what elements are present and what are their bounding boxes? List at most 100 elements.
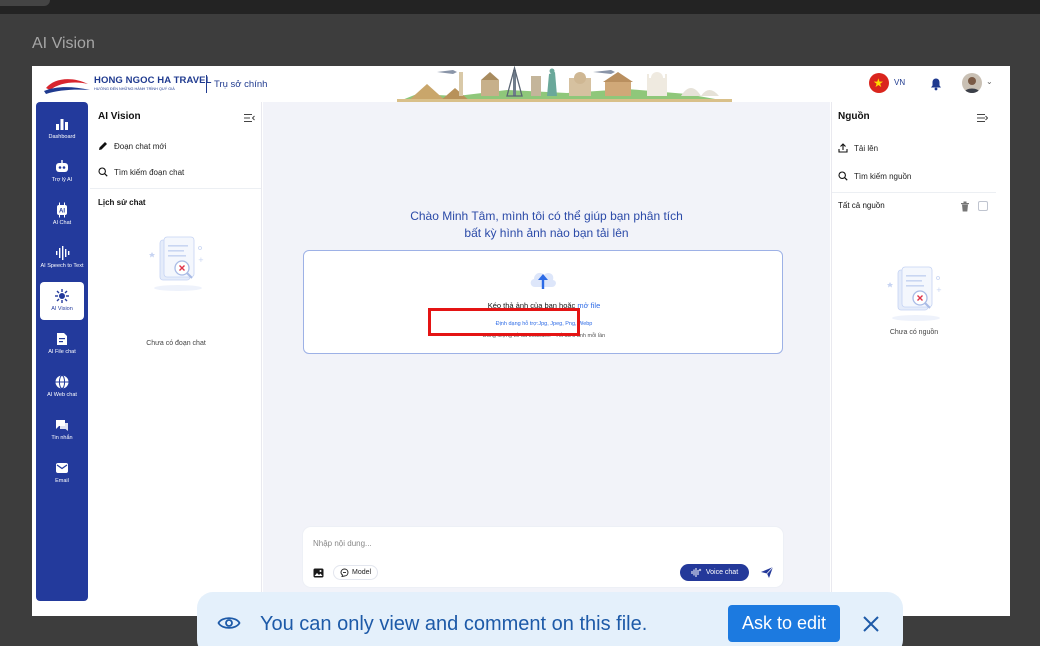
sidebar-item-speech-to-text[interactable]: AI Speech to Text — [40, 239, 84, 277]
divider — [832, 192, 996, 193]
upload-source-button[interactable]: Tải lên — [838, 141, 878, 155]
svg-text:AI: AI — [59, 209, 65, 215]
close-icon[interactable] — [861, 614, 881, 634]
send-icon[interactable] — [760, 566, 774, 579]
all-sources-label: Tất cả nguồn — [838, 201, 885, 210]
voice-chat-label: Voice chat — [705, 569, 739, 576]
greeting-line-2: bất kỳ hình ảnh nào bạn tải lên — [464, 226, 629, 240]
greeting-line-1: Chào Minh Tâm, mình tôi có thể giúp bạn … — [410, 209, 683, 223]
collapse-panel-icon[interactable] — [977, 113, 988, 123]
voice-chat-button[interactable]: Voice chat — [680, 564, 749, 581]
model-label: Model — [352, 569, 372, 576]
main-content: Chào Minh Tâm, mình tôi có thể giúp bạn … — [263, 102, 830, 601]
sidebar: Dashboard Trợ lý AI AI AI Chat AI Speech… — [36, 102, 88, 601]
brand-tagline: HƯỚNG ĐẾN NHỮNG HÀNH TRÌNH QUÝ GIÁ — [94, 87, 175, 91]
search-icon — [98, 167, 108, 177]
svg-text:+: + — [936, 286, 942, 294]
app-frame: HONG NGOC HA TRAVEL HƯỚNG ĐẾN NHỮNG HÀNH… — [32, 66, 1010, 616]
image-dropzone[interactable]: Kéo thả ảnh của bạn hoặc mở file Định dạ… — [303, 250, 783, 354]
open-file-link[interactable]: mở file — [577, 301, 600, 310]
avatar[interactable] — [962, 73, 982, 93]
new-chat-button[interactable]: Đoạn chat mới — [98, 139, 166, 153]
language-label[interactable]: VN — [894, 78, 905, 87]
toast-message: You can only view and comment on this fi… — [260, 613, 648, 635]
panel-title: Nguồn — [838, 111, 870, 122]
chat-history-panel: AI Vision Đoạn chat mới Tìm kiếm đoạn ch… — [90, 102, 262, 601]
history-title: Lịch sử chat — [98, 198, 146, 207]
robot-icon — [56, 160, 68, 172]
upload-label: Tải lên — [854, 143, 879, 153]
window-tab[interactable] — [0, 0, 50, 6]
sidebar-item-label: AI Speech to Text — [40, 263, 84, 269]
empty-history-text: Chưa có đoạn chat — [146, 340, 206, 347]
vision-icon — [55, 289, 69, 303]
pencil-icon — [99, 142, 107, 150]
model-icon — [340, 568, 349, 577]
chevron-down-icon[interactable]: ⌄ — [986, 77, 993, 86]
sidebar-item-label: AI Vision — [51, 306, 73, 312]
header-divider — [206, 75, 207, 93]
sidebar-item-assistant[interactable]: Trợ lý AI — [40, 153, 84, 191]
empty-document-icon: + — [149, 236, 204, 291]
svg-text:+: + — [198, 256, 204, 264]
brand-name: HONG NGOC HA TRAVEL — [94, 75, 212, 86]
sidebar-item-email[interactable]: Email — [40, 454, 84, 492]
view-only-toast: You can only view and comment on this fi… — [197, 592, 903, 646]
sidebar-item-label: AI Chat — [52, 220, 72, 226]
window-top-strip — [0, 0, 1040, 14]
search-source-label: Tìm kiếm nguồn — [854, 171, 912, 181]
waveform-icon — [56, 246, 70, 260]
ask-to-edit-button[interactable]: Ask to edit — [728, 605, 840, 642]
search-chat-button[interactable]: Tìm kiếm đoạn chat — [98, 165, 184, 179]
sources-panel: Nguồn Tải lên Tìm kiếm nguồn Tất cả nguồ… — [831, 102, 996, 601]
file-chat-icon — [57, 333, 67, 345]
select-all-checkbox[interactable] — [978, 201, 988, 211]
sidebar-item-file-chat[interactable]: AI File chat — [40, 325, 84, 363]
app-header: HONG NGOC HA TRAVEL HƯỚNG ĐẾN NHỮNG HÀNH… — [32, 66, 1010, 102]
collapse-panel-icon[interactable] — [244, 113, 255, 123]
landmarks-banner-icon — [397, 66, 732, 102]
model-button[interactable]: Model — [333, 565, 379, 580]
bar-chart-icon — [56, 119, 68, 130]
cloud-upload-icon — [530, 272, 556, 289]
greeting: Chào Minh Tâm, mình tôi có thể giúp bạn … — [263, 208, 830, 242]
sidebar-item-label: Tin nhắn — [51, 435, 73, 441]
sidebar-item-ai-chat[interactable]: AI AI Chat — [40, 196, 84, 234]
search-source-button[interactable]: Tìm kiếm nguồn — [838, 169, 911, 183]
brand-logo-icon[interactable] — [42, 74, 92, 96]
outer-page-title: AI Vision — [32, 35, 95, 52]
sidebar-item-label: AI Web chat — [47, 392, 77, 398]
sidebar-item-label: Trợ lý AI — [51, 177, 73, 183]
sidebar-item-label: AI File chat — [48, 349, 76, 355]
messages-icon — [56, 420, 68, 431]
ai-chip-icon: AI — [57, 202, 67, 218]
highlight-box — [428, 308, 580, 336]
new-chat-label: Đoạn chat mới — [114, 141, 167, 151]
branch-selector[interactable]: Trụ sở chính — [214, 79, 267, 90]
empty-sources-text: Chưa có nguồn — [889, 329, 939, 336]
user-avatar-icon — [964, 77, 980, 93]
sidebar-item-messages[interactable]: Tin nhắn — [40, 411, 84, 449]
sidebar-item-label: Email — [55, 478, 69, 484]
bell-icon[interactable] — [929, 77, 943, 91]
message-input[interactable] — [313, 535, 773, 551]
sidebar-item-dashboard[interactable]: Dashboard — [40, 110, 84, 148]
globe-icon — [55, 375, 69, 389]
search-chat-label: Tìm kiếm đoạn chat — [114, 167, 185, 177]
mail-icon — [56, 463, 68, 473]
eye-icon — [217, 617, 241, 629]
divider — [90, 188, 261, 189]
vietnam-flag-icon[interactable]: ★ — [869, 73, 889, 93]
chat-composer: Model Voice chat — [303, 527, 783, 587]
search-icon — [838, 171, 848, 181]
empty-document-icon: + — [887, 266, 942, 321]
sidebar-item-ai-vision[interactable]: AI Vision — [40, 282, 84, 320]
sidebar-item-label: Dashboard — [48, 134, 76, 140]
upload-icon — [838, 143, 848, 153]
voice-wave-icon — [691, 568, 702, 577]
brand-block: HONG NGOC HA TRAVEL HƯỚNG ĐẾN NHỮNG HÀNH… — [94, 75, 211, 91]
image-attach-icon[interactable] — [313, 568, 324, 578]
sidebar-item-web-chat[interactable]: AI Web chat — [40, 368, 84, 406]
trash-icon[interactable] — [960, 201, 970, 212]
panel-title: AI Vision — [98, 111, 141, 122]
